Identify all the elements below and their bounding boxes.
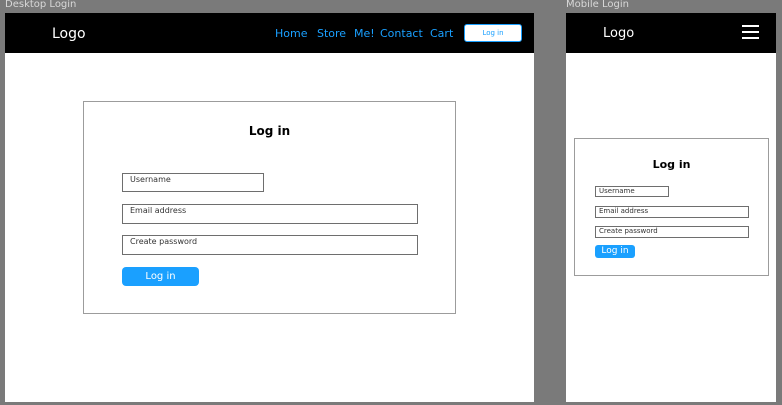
mobile-login-card: Log in Username Email address Create pas… bbox=[574, 138, 769, 276]
desktop-email-input[interactable]: Email address bbox=[122, 204, 418, 224]
mobile-frame: Logo Log in Username Email address Creat… bbox=[566, 13, 776, 402]
nav-login-button[interactable]: Log in bbox=[464, 24, 522, 42]
mobile-username-placeholder: Username bbox=[599, 187, 635, 195]
mobile-navbar: Logo bbox=[566, 13, 776, 53]
mobile-frame-label: Mobile Login bbox=[566, 0, 629, 10]
desktop-logo[interactable]: Logo bbox=[52, 26, 86, 42]
mobile-password-placeholder: Create password bbox=[599, 227, 658, 235]
desktop-email-placeholder: Email address bbox=[130, 206, 187, 215]
mobile-email-input[interactable]: Email address bbox=[595, 206, 749, 218]
desktop-login-card: Log in Username Email address Create pas… bbox=[83, 101, 456, 314]
mobile-logo[interactable]: Logo bbox=[603, 26, 634, 41]
desktop-username-placeholder: Username bbox=[130, 175, 171, 184]
desktop-navbar: Logo Home Store Me! Contact Cart Log in bbox=[5, 13, 534, 53]
nav-link-contact[interactable]: Contact bbox=[380, 27, 423, 40]
nav-link-cart[interactable]: Cart bbox=[430, 27, 453, 40]
desktop-password-input[interactable]: Create password bbox=[122, 235, 418, 255]
mobile-email-placeholder: Email address bbox=[599, 207, 649, 215]
mobile-login-submit-button[interactable]: Log in bbox=[595, 245, 635, 258]
desktop-password-placeholder: Create password bbox=[130, 237, 198, 246]
desktop-login-title: Log in bbox=[248, 124, 291, 138]
mobile-password-input[interactable]: Create password bbox=[595, 226, 749, 238]
nav-link-me[interactable]: Me! bbox=[354, 27, 375, 40]
mobile-username-input[interactable]: Username bbox=[595, 186, 669, 197]
hamburger-menu-icon[interactable] bbox=[742, 25, 759, 39]
nav-link-store[interactable]: Store bbox=[317, 27, 346, 40]
desktop-frame: Logo Home Store Me! Contact Cart Log in … bbox=[5, 13, 534, 402]
desktop-frame-label: Desktop Login bbox=[5, 0, 77, 10]
desktop-login-submit-button[interactable]: Log in bbox=[122, 267, 199, 286]
nav-link-home[interactable]: Home bbox=[275, 27, 307, 40]
desktop-username-input[interactable]: Username bbox=[122, 173, 264, 192]
mobile-login-title: Log in bbox=[652, 158, 691, 171]
